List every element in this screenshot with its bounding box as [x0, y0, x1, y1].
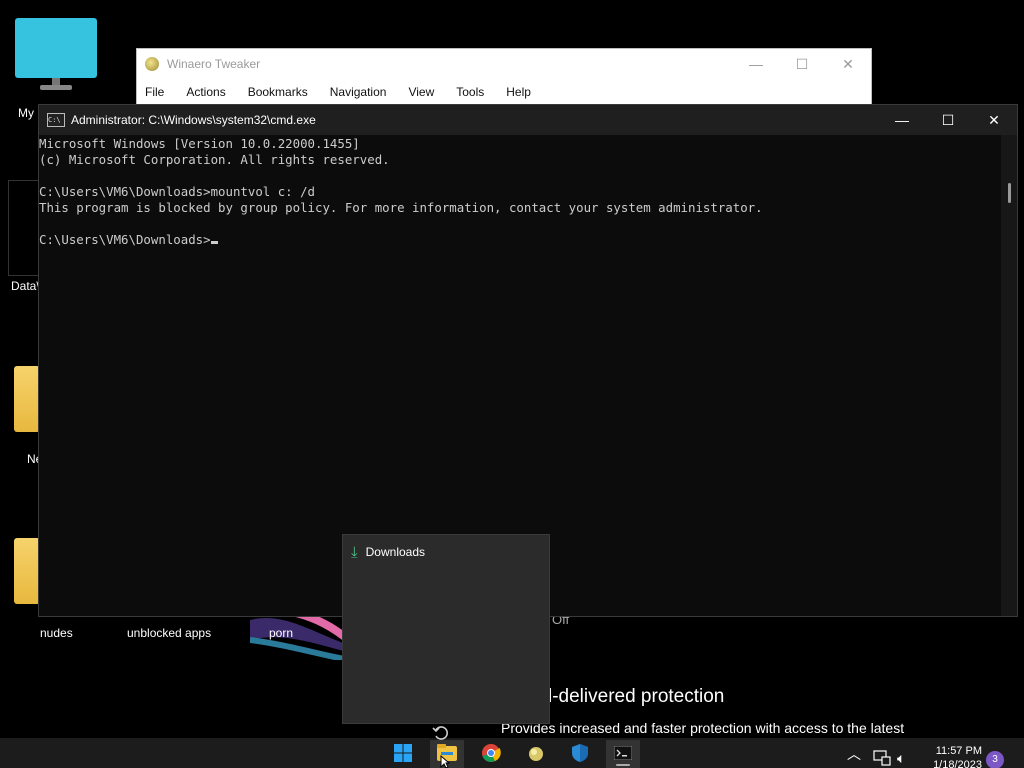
- monitor-icon: [15, 18, 97, 90]
- minimize-icon[interactable]: —: [733, 56, 779, 73]
- clock-time: 11:57 PM: [935, 745, 982, 757]
- chevron-up-icon[interactable]: ︿: [847, 744, 861, 764]
- mouse-cursor-icon: [440, 755, 450, 768]
- console-prompt: C:\Users\VM6\Downloads>: [39, 232, 211, 247]
- desktop-icon-my-computer[interactable]: My: [14, 18, 98, 120]
- minimize-icon[interactable]: —: [879, 112, 925, 129]
- menu-view[interactable]: View: [408, 85, 434, 99]
- scrollbar[interactable]: [1001, 135, 1017, 616]
- winaero-menubar: File Actions Bookmarks Navigation View T…: [137, 79, 871, 105]
- winaero-titlebar[interactable]: Winaero Tweaker — ☐ ✕: [137, 49, 871, 79]
- taskbar-clock[interactable]: 11:57 PM 1/18/2023: [933, 744, 982, 768]
- menu-bookmarks[interactable]: Bookmarks: [248, 85, 308, 99]
- console-prompt-line[interactable]: C:\Users\VM6\Downloads>: [39, 232, 1001, 248]
- folder-icon[interactable]: [14, 538, 40, 604]
- cmd-title: Administrator: C:\Windows\system32\cmd.e…: [71, 113, 316, 127]
- console-line: Microsoft Windows [Version 10.0.22000.14…: [39, 136, 360, 151]
- background-heading: l-delivered protection: [548, 686, 725, 707]
- taskbar: [0, 738, 1024, 768]
- download-arrow-icon: ⤓: [351, 543, 358, 561]
- terminal-icon: [614, 746, 632, 760]
- winaero-title: Winaero Tweaker: [167, 57, 261, 71]
- windows-start-icon[interactable]: [393, 743, 413, 763]
- desktop-icon-label: Data\: [11, 279, 40, 293]
- desktop-icon-label: My: [18, 106, 34, 120]
- desktop-icon-label-unblocked-apps[interactable]: unblocked apps: [127, 626, 211, 640]
- close-icon[interactable]: ✕: [825, 56, 871, 73]
- console-line: This program is blocked by group policy.…: [39, 200, 763, 215]
- winaero-app-icon: [145, 57, 159, 71]
- maximize-icon[interactable]: ☐: [925, 112, 971, 129]
- explorer-jump-list: ⤓ Downloads: [342, 534, 550, 724]
- folder-icon[interactable]: [14, 366, 40, 432]
- clock-date: 1/18/2023: [933, 759, 982, 768]
- winaero-window[interactable]: Winaero Tweaker — ☐ ✕ File Actions Bookm…: [136, 48, 872, 108]
- cmd-taskbar-button[interactable]: [606, 740, 640, 768]
- winaero-taskbar-icon[interactable]: [526, 744, 546, 764]
- console-line: C:\Users\VM6\Downloads>mountvol c: /d: [39, 184, 316, 199]
- text-cursor: [210, 241, 218, 244]
- menu-file[interactable]: File: [145, 85, 164, 99]
- menu-tools[interactable]: Tools: [456, 85, 484, 99]
- cmd-app-icon: C:\: [47, 113, 65, 127]
- undo-arrow-icon: [432, 726, 448, 740]
- desktop: My Data\ Ne nudes unblocked apps porn Wi…: [0, 0, 1024, 768]
- menu-help[interactable]: Help: [506, 85, 531, 99]
- jump-list-item-label: Downloads: [365, 545, 426, 559]
- desktop-icon-label-nudes: nudes: [40, 626, 73, 640]
- active-indicator: [616, 764, 630, 766]
- maximize-icon[interactable]: ☐: [779, 56, 825, 73]
- volume-icon[interactable]: 🔈︎: [897, 750, 905, 767]
- scrollbar-thumb[interactable]: [1008, 183, 1011, 203]
- menu-actions[interactable]: Actions: [186, 85, 225, 99]
- close-icon[interactable]: ✕: [971, 112, 1017, 129]
- menu-navigation[interactable]: Navigation: [330, 85, 387, 99]
- notification-badge[interactable]: 3: [986, 751, 1004, 768]
- windows-security-shield-icon[interactable]: [570, 743, 590, 763]
- chrome-icon[interactable]: [481, 743, 501, 763]
- desktop-icon-label-porn[interactable]: porn: [269, 626, 293, 640]
- background-subtext: Provides increased and faster protection…: [501, 720, 905, 736]
- console-line: (c) Microsoft Corporation. All rights re…: [39, 152, 390, 167]
- jump-list-item-downloads[interactable]: ⤓ Downloads: [343, 535, 549, 569]
- cmd-titlebar[interactable]: C:\ Administrator: C:\Windows\system32\c…: [39, 105, 1017, 135]
- desktop-icon-data[interactable]: Data\: [8, 180, 40, 293]
- network-icon[interactable]: [873, 748, 891, 766]
